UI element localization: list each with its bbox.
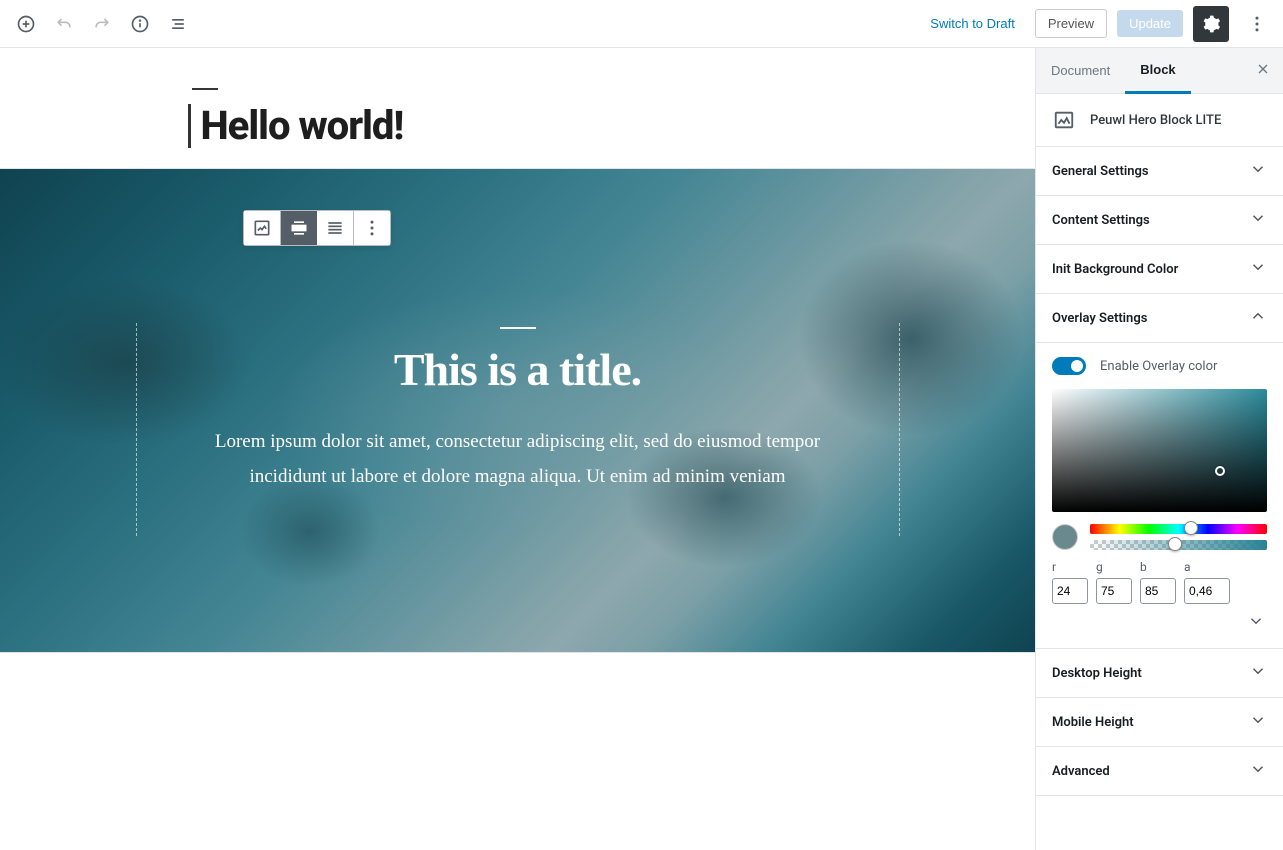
alpha-handle[interactable] xyxy=(1168,537,1182,551)
enable-overlay-label: Enable Overlay color xyxy=(1100,359,1217,374)
chevron-up-icon xyxy=(1249,307,1267,329)
tab-document[interactable]: Document xyxy=(1036,49,1125,92)
a-input[interactable] xyxy=(1184,578,1230,604)
add-block-button[interactable] xyxy=(8,6,44,42)
block-more-button[interactable] xyxy=(354,211,390,245)
block-toolbar xyxy=(243,210,391,246)
chevron-down-icon xyxy=(1249,160,1267,182)
b-label: b xyxy=(1140,560,1176,574)
panel-label: Overlay Settings xyxy=(1052,311,1147,326)
outline-button[interactable] xyxy=(160,6,196,42)
hero-title[interactable]: This is a title. xyxy=(198,343,838,396)
hue-slider[interactable] xyxy=(1090,524,1267,534)
r-input[interactable] xyxy=(1052,578,1088,604)
settings-button[interactable] xyxy=(1193,6,1229,42)
align-wide-button[interactable] xyxy=(281,211,317,245)
chevron-down-icon[interactable] xyxy=(1247,619,1265,634)
editor-canvas[interactable]: Hello world! xyxy=(0,48,1035,850)
update-button: Update xyxy=(1117,10,1183,37)
panel-mobile-height[interactable]: Mobile Height xyxy=(1036,698,1283,747)
g-label: g xyxy=(1096,560,1132,574)
chevron-down-icon xyxy=(1249,258,1267,280)
a-label: a xyxy=(1184,560,1230,574)
title-accent xyxy=(192,88,218,90)
block-card: Peuwl Hero Block LITE xyxy=(1036,94,1283,147)
settings-sidebar: Document Block Peuwl Hero Block LITE Gen… xyxy=(1035,48,1283,850)
enable-overlay-row: Enable Overlay color xyxy=(1052,357,1267,375)
hero-accent xyxy=(500,327,536,329)
panel-advanced[interactable]: Advanced xyxy=(1036,747,1283,796)
panel-overlay-settings[interactable]: Overlay Settings xyxy=(1036,294,1283,343)
hue-handle[interactable] xyxy=(1184,521,1198,535)
b-input[interactable] xyxy=(1140,578,1176,604)
saturation-handle[interactable] xyxy=(1215,466,1225,476)
switch-to-draft-button[interactable]: Switch to Draft xyxy=(920,10,1025,37)
post-title[interactable]: Hello world! xyxy=(188,104,868,148)
panel-init-bg-color[interactable]: Init Background Color xyxy=(1036,245,1283,294)
top-left-tools xyxy=(8,6,196,42)
panel-label: Init Background Color xyxy=(1052,262,1178,277)
alpha-slider[interactable] xyxy=(1090,540,1267,550)
hero-body[interactable]: Lorem ipsum dolor sit amet, consectetur … xyxy=(198,424,838,494)
editor-top-bar: Switch to Draft Preview Update xyxy=(0,0,1283,48)
block-type-button[interactable] xyxy=(244,211,280,245)
hero-block[interactable]: This is a title. Lorem ipsum dolor sit a… xyxy=(0,169,1035,652)
g-input[interactable] xyxy=(1096,578,1132,604)
canvas-divider-bottom xyxy=(0,652,1035,653)
panel-label: General Settings xyxy=(1052,164,1149,179)
r-label: r xyxy=(1052,560,1088,574)
panel-label: Mobile Height xyxy=(1052,715,1134,730)
chevron-down-icon xyxy=(1249,760,1267,782)
chevron-down-icon xyxy=(1249,662,1267,684)
panel-label: Advanced xyxy=(1052,764,1110,779)
panel-label: Content Settings xyxy=(1052,213,1150,228)
undo-button[interactable] xyxy=(46,6,82,42)
color-saturation-field[interactable] xyxy=(1052,389,1267,512)
preview-button[interactable]: Preview xyxy=(1035,9,1107,38)
info-button[interactable] xyxy=(122,6,158,42)
color-swatch xyxy=(1052,524,1078,550)
enable-overlay-toggle[interactable] xyxy=(1052,357,1086,375)
hero-block-icon xyxy=(1052,108,1076,132)
close-sidebar-button[interactable] xyxy=(1243,51,1283,91)
editor-main: Hello world! xyxy=(0,48,1283,850)
more-menu-button[interactable] xyxy=(1239,6,1275,42)
tab-block[interactable]: Block xyxy=(1125,48,1190,94)
hero-content: This is a title. Lorem ipsum dolor sit a… xyxy=(128,327,908,494)
color-expand-row xyxy=(1052,604,1267,640)
sidebar-tabs: Document Block xyxy=(1036,48,1283,94)
redo-button[interactable] xyxy=(84,6,120,42)
panel-label: Desktop Height xyxy=(1052,666,1142,681)
overlay-panel-body: Enable Overlay color r xyxy=(1036,343,1283,649)
chevron-down-icon xyxy=(1249,209,1267,231)
align-full-button[interactable] xyxy=(317,211,353,245)
panel-desktop-height[interactable]: Desktop Height xyxy=(1036,649,1283,698)
block-card-title: Peuwl Hero Block LITE xyxy=(1090,113,1221,128)
chevron-down-icon xyxy=(1249,711,1267,733)
rgba-inputs: r g b a xyxy=(1052,560,1267,604)
post-title-area: Hello world! xyxy=(0,48,1035,168)
panel-general-settings[interactable]: General Settings xyxy=(1036,147,1283,196)
panel-content-settings[interactable]: Content Settings xyxy=(1036,196,1283,245)
color-sliders-row xyxy=(1052,524,1267,550)
top-right-actions: Switch to Draft Preview Update xyxy=(920,6,1275,42)
